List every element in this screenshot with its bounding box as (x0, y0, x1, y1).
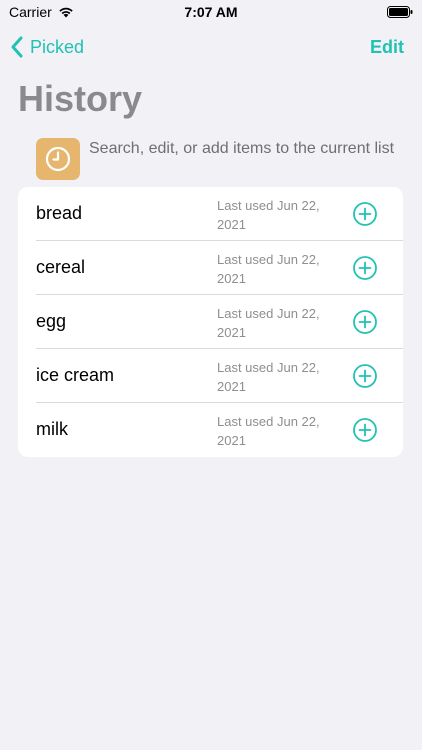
history-screen: Carrier 7:07 AM Picked Edit History Sear… (0, 0, 422, 750)
list-item[interactable]: bread Last used Jun 22, 2021 (18, 187, 403, 241)
status-bar: Carrier 7:07 AM (0, 0, 422, 24)
list-item[interactable]: ice cream Last used Jun 22, 2021 (18, 349, 403, 403)
add-item-button[interactable] (353, 256, 377, 280)
add-item-button[interactable] (353, 364, 377, 388)
chevron-left-icon (11, 36, 23, 58)
item-name: egg (36, 311, 67, 331)
plus-circle-icon (353, 202, 377, 226)
plus-circle-icon (353, 310, 377, 334)
edit-button[interactable]: Edit (370, 37, 404, 58)
add-item-button[interactable] (353, 202, 377, 226)
item-last-used: Last used Jun 22, 2021 (217, 252, 320, 286)
history-badge (36, 138, 80, 180)
page-title: History (18, 78, 143, 119)
item-name: cereal (36, 257, 86, 277)
item-name: ice cream (36, 365, 115, 385)
list-item[interactable]: milk Last used Jun 22, 2021 (18, 403, 403, 457)
item-last-used: Last used Jun 22, 2021 (217, 414, 320, 448)
plus-circle-icon (353, 256, 377, 280)
navigation-bar: Picked Edit (0, 32, 422, 64)
item-name: bread (36, 203, 83, 223)
status-time: 7:07 AM (184, 4, 238, 20)
history-header: Search, edit, or add items to the curren… (36, 138, 406, 182)
clock-icon (45, 146, 71, 172)
battery-icon (387, 6, 413, 18)
list-item[interactable]: cereal Last used Jun 22, 2021 (18, 241, 403, 295)
item-name: milk (36, 419, 68, 439)
plus-circle-icon (353, 364, 377, 388)
list-item[interactable]: egg Last used Jun 22, 2021 (18, 295, 403, 349)
item-last-used: Last used Jun 22, 2021 (217, 360, 320, 394)
back-button[interactable]: Picked (10, 36, 84, 58)
plus-circle-icon (353, 418, 377, 442)
item-last-used: Last used Jun 22, 2021 (217, 198, 320, 232)
history-list: bread Last used Jun 22, 2021 cereal Last… (18, 187, 403, 457)
item-last-used: Last used Jun 22, 2021 (217, 306, 320, 340)
add-item-button[interactable] (353, 310, 377, 334)
add-item-button[interactable] (353, 418, 377, 442)
header-description: Search, edit, or add items to the curren… (89, 140, 395, 157)
back-button-label: Picked (30, 36, 85, 57)
